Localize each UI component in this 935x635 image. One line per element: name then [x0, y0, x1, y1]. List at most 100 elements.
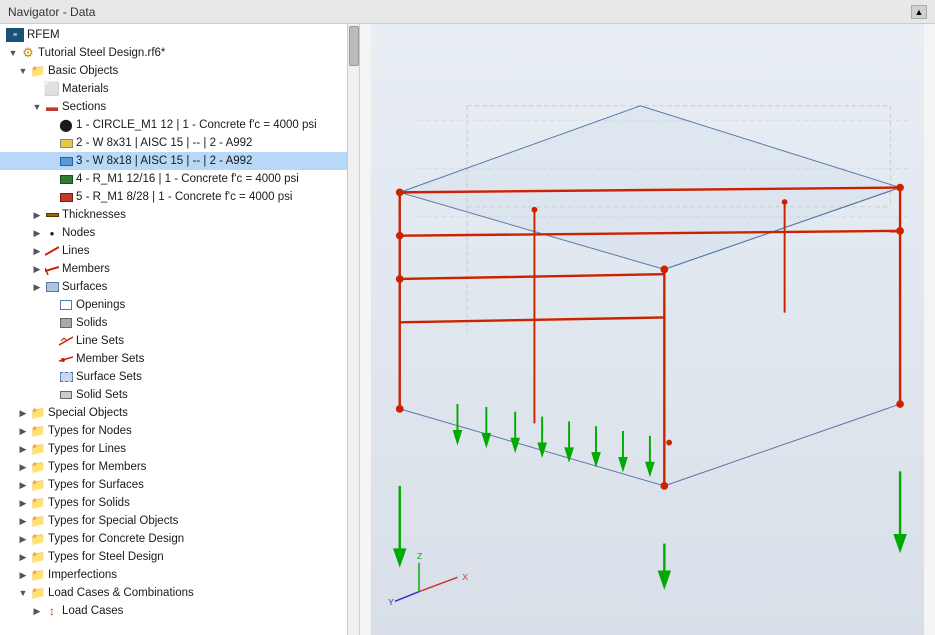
- left-panel: ≡ RFEM ▼ ⚙ Tutorial Steel Design.rf6* ▼ …: [0, 24, 360, 635]
- arrow-types-lines: ▶: [16, 444, 30, 455]
- tree-item-sec2[interactable]: 2 - W 8x31 | AISC 15 | -- | 2 - A992: [0, 134, 359, 152]
- label-sec2: 2 - W 8x31 | AISC 15 | -- | 2 - A992: [76, 137, 252, 149]
- title-bar-controls: ▲: [911, 5, 927, 19]
- main-content: ≡ RFEM ▼ ⚙ Tutorial Steel Design.rf6* ▼ …: [0, 24, 935, 635]
- folder-icon: 📁: [30, 477, 46, 493]
- tree-item-types-steel[interactable]: ▶ 📁 Types for Steel Design: [0, 548, 359, 566]
- rect-yellow-icon: [58, 135, 74, 151]
- tree-item-members[interactable]: ▶ Members: [0, 260, 359, 278]
- viewport[interactable]: X Z Y: [360, 24, 935, 635]
- tree-item-openings[interactable]: Openings: [0, 296, 359, 314]
- arrow-sections: ▼: [30, 102, 44, 112]
- tree-item-imperfections[interactable]: ▶ 📁 Imperfections: [0, 566, 359, 584]
- tree-item-thicknesses[interactable]: ▶ Thicknesses: [0, 206, 359, 224]
- folder-icon: 📁: [30, 63, 46, 79]
- label-surfacesets: Surface Sets: [76, 371, 142, 383]
- material-icon: ⬜: [44, 81, 60, 97]
- tree-item-types-concrete[interactable]: ▶ 📁 Types for Concrete Design: [0, 530, 359, 548]
- label-membersets: Member Sets: [76, 353, 144, 365]
- arrow-types-concrete: ▶: [16, 534, 30, 545]
- rect-red-icon: [58, 189, 74, 205]
- arrow-types-members: ▶: [16, 462, 30, 473]
- tree-item-lines[interactable]: ▶ Lines: [0, 242, 359, 260]
- label-imperfections: Imperfections: [48, 569, 117, 581]
- scroll-thumb[interactable]: [349, 26, 359, 66]
- svg-text:Z: Z: [417, 551, 423, 561]
- tree-item-sections[interactable]: ▼ ▬ Sections: [0, 98, 359, 116]
- tree-item-sec4[interactable]: 4 - R_M1 12/16 | 1 - Concrete f'c = 4000…: [0, 170, 359, 188]
- rect-green-icon: [58, 171, 74, 187]
- tree-item-surfacesets[interactable]: Surface Sets: [0, 368, 359, 386]
- scrollbar[interactable]: [347, 24, 359, 635]
- label-sec4: 4 - R_M1 12/16 | 1 - Concrete f'c = 4000…: [76, 173, 299, 185]
- tree-item-basic-objects[interactable]: ▼ 📁 Basic Objects: [0, 62, 359, 80]
- svg-text:Y: Y: [388, 597, 394, 607]
- solidset-icon: [58, 387, 74, 403]
- tree-item-load-cases[interactable]: ▶ ↕ Load Cases: [0, 602, 359, 620]
- rect-blue-icon: [58, 153, 74, 169]
- tree-container[interactable]: ≡ RFEM ▼ ⚙ Tutorial Steel Design.rf6* ▼ …: [0, 24, 359, 635]
- folder-icon: 📁: [30, 531, 46, 547]
- folder-icon: 📁: [30, 585, 46, 601]
- arrow-nodes: ▶: [30, 228, 44, 239]
- folder-icon: 📁: [30, 405, 46, 421]
- tree-item-nodes[interactable]: ▶ ● Nodes: [0, 224, 359, 242]
- label-basic-objects: Basic Objects: [48, 65, 118, 77]
- label-types-steel: Types for Steel Design: [48, 551, 164, 563]
- label-linesets: Line Sets: [76, 335, 124, 347]
- label-special-objects: Special Objects: [48, 407, 128, 419]
- tree-item-types-lines[interactable]: ▶ 📁 Types for Lines: [0, 440, 359, 458]
- label-types-nodes: Types for Nodes: [48, 425, 132, 437]
- title-bar-text: Navigator - Data: [8, 5, 95, 19]
- arrow-special-objects: ▶: [16, 408, 30, 419]
- label-types-lines: Types for Lines: [48, 443, 126, 455]
- label-sections: Sections: [62, 101, 106, 113]
- arrow-types-nodes: ▶: [16, 426, 30, 437]
- tree-item-solidsets[interactable]: Solid Sets: [0, 386, 359, 404]
- tree-item-sec1[interactable]: ⬤ 1 - CIRCLE_M1 12 | 1 - Concrete f'c = …: [0, 116, 359, 134]
- line-icon: [44, 243, 60, 259]
- tree-item-sec3[interactable]: 3 - W 8x18 | AISC 15 | -- | 2 - A992: [0, 152, 359, 170]
- label-types-concrete: Types for Concrete Design: [48, 533, 184, 545]
- arrow-basic-objects: ▼: [16, 66, 30, 76]
- solid-icon: [58, 315, 74, 331]
- tree-item-rfem[interactable]: ≡ RFEM: [0, 26, 359, 44]
- tree-item-surfaces[interactable]: ▶ Surfaces: [0, 278, 359, 296]
- tree-item-types-members[interactable]: ▶ 📁 Types for Members: [0, 458, 359, 476]
- tree-item-types-solids[interactable]: ▶ 📁 Types for Solids: [0, 494, 359, 512]
- surfaceset-icon: [58, 369, 74, 385]
- tree-item-linesets[interactable]: Line Sets: [0, 332, 359, 350]
- scroll-up-btn[interactable]: ▲: [911, 5, 927, 19]
- arrow-members: ▶: [30, 264, 44, 275]
- label-sec1: 1 - CIRCLE_M1 12 | 1 - Concrete f'c = 40…: [76, 119, 317, 131]
- tree-item-membersets[interactable]: Member Sets: [0, 350, 359, 368]
- 3d-scene: X Z Y: [360, 24, 935, 635]
- label-thicknesses: Thicknesses: [62, 209, 126, 221]
- tree-item-project[interactable]: ▼ ⚙ Tutorial Steel Design.rf6*: [0, 44, 359, 62]
- label-lines: Lines: [62, 245, 90, 257]
- tree-item-types-surfaces[interactable]: ▶ 📁 Types for Surfaces: [0, 476, 359, 494]
- folder-icon: 📁: [30, 495, 46, 511]
- folder-icon: 📁: [30, 441, 46, 457]
- project-arrow: ▼: [6, 48, 20, 58]
- arrow-types-surfaces: ▶: [16, 480, 30, 491]
- tree-item-materials[interactable]: ⬜ Materials: [0, 80, 359, 98]
- label-solidsets: Solid Sets: [76, 389, 128, 401]
- tree-item-solids[interactable]: Solids: [0, 314, 359, 332]
- label-solids: Solids: [76, 317, 107, 329]
- tree-item-special-objects[interactable]: ▶ 📁 Special Objects: [0, 404, 359, 422]
- tree-item-types-special[interactable]: ▶ 📁 Types for Special Objects: [0, 512, 359, 530]
- title-bar: Navigator - Data ▲: [0, 0, 935, 24]
- label-members: Members: [62, 263, 110, 275]
- arrow-types-solids: ▶: [16, 498, 30, 509]
- tree-item-types-nodes[interactable]: ▶ 📁 Types for Nodes: [0, 422, 359, 440]
- project-icon: ⚙: [20, 45, 36, 61]
- svg-text:X: X: [462, 572, 468, 582]
- lineset-icon: [58, 333, 74, 349]
- section-icon: ▬: [44, 99, 60, 115]
- rfem-icon: ≡: [6, 28, 24, 42]
- tree-item-load-cases-combos[interactable]: ▼ 📁 Load Cases & Combinations: [0, 584, 359, 602]
- tree-item-sec5[interactable]: 5 - R_M1 8/28 | 1 - Concrete f'c = 4000 …: [0, 188, 359, 206]
- node-icon: ●: [44, 225, 60, 241]
- arrow-lines: ▶: [30, 246, 44, 257]
